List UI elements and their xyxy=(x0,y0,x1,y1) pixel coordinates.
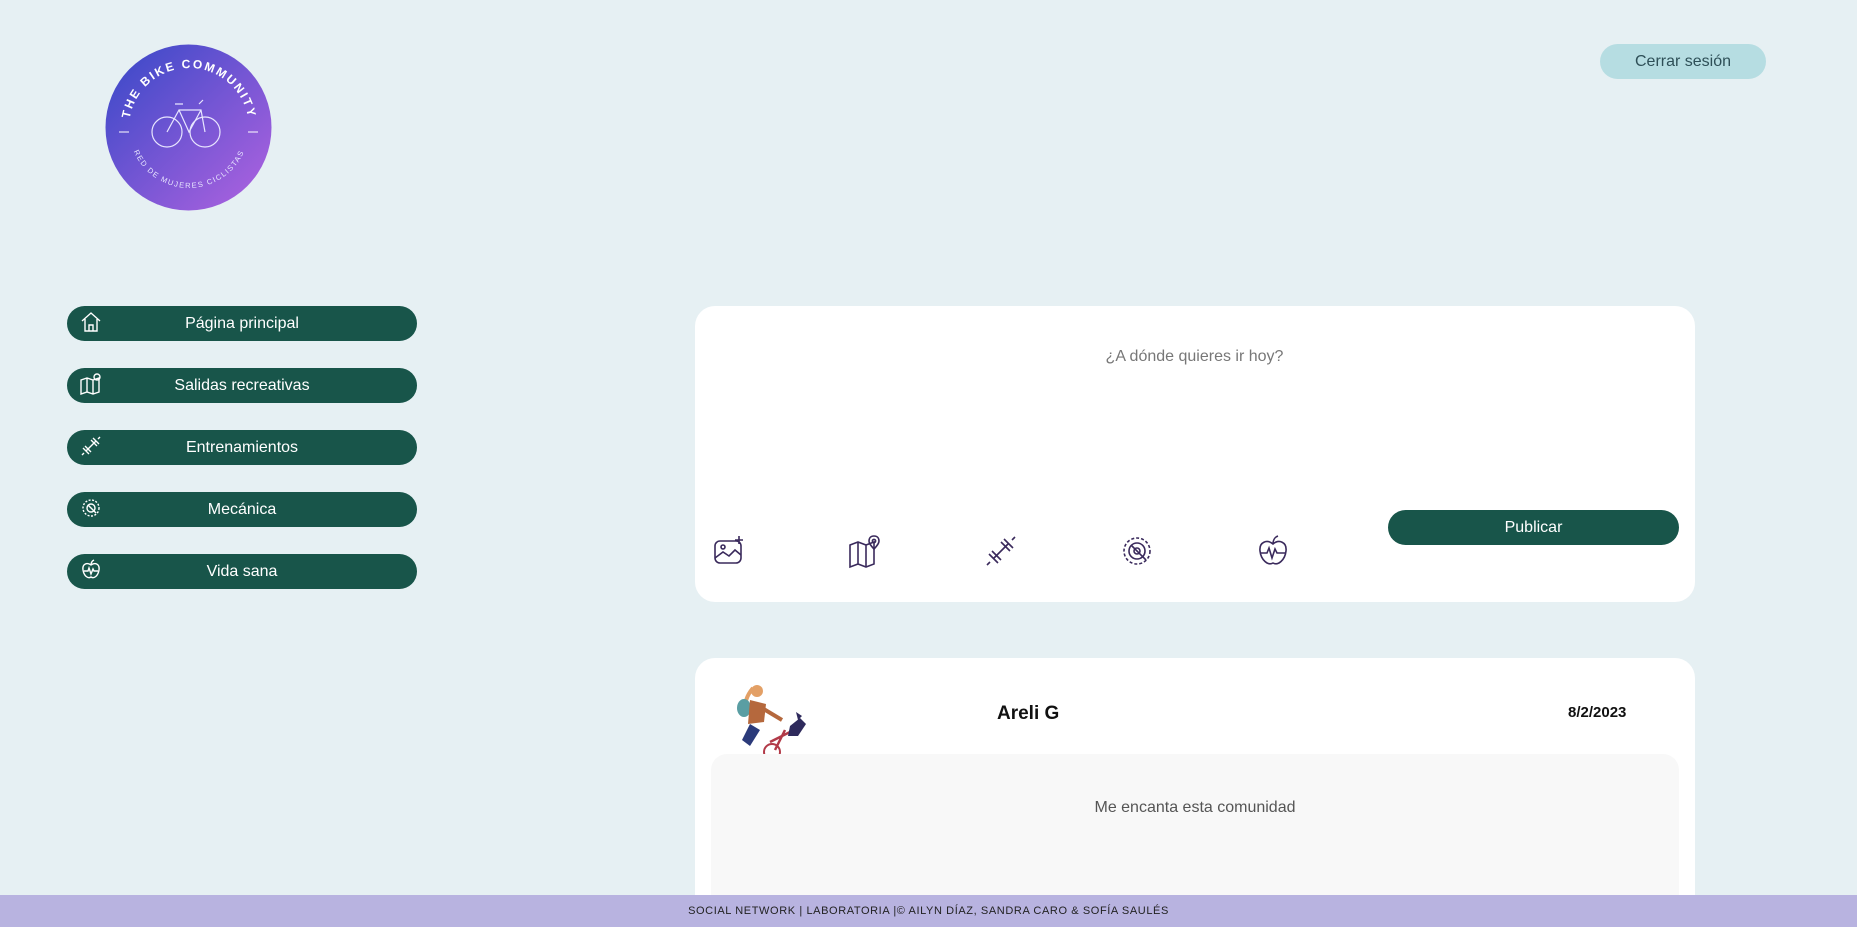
gear-wrench-icon[interactable] xyxy=(1119,533,1155,569)
gear-wrench-icon xyxy=(79,496,103,520)
post-card: Areli G 8/2/2023 Me encanta esta comunid… xyxy=(695,658,1695,927)
image-add-icon[interactable] xyxy=(711,533,747,569)
footer-text: SOCIAL NETWORK | LABORATORIA |© AILYN DÍ… xyxy=(688,905,1169,917)
sidebar-item-label: Mecánica xyxy=(207,500,277,518)
home-icon xyxy=(79,310,103,334)
sidebar-item-home[interactable]: Página principal xyxy=(67,306,417,341)
sidebar-nav: Página principal Salidas recreativas Ent… xyxy=(67,306,417,616)
dumbbell-icon[interactable] xyxy=(983,533,1019,569)
apple-heartbeat-icon xyxy=(79,558,103,582)
map-pin-icon[interactable] xyxy=(847,533,883,569)
post-text: Me encanta esta comunidad xyxy=(1094,799,1296,816)
logo: THE BIKE COMMUNITY RED DE MUJERES CICLIS… xyxy=(105,44,272,211)
post-date: 8/2/2023 xyxy=(1568,704,1627,721)
sidebar-item-healthy-life[interactable]: Vida sana xyxy=(67,554,417,589)
apple-heartbeat-icon[interactable] xyxy=(1255,533,1291,569)
sidebar-item-label: Entrenamientos xyxy=(185,438,299,456)
footer: SOCIAL NETWORK | LABORATORIA |© AILYN DÍ… xyxy=(0,895,1857,927)
sidebar-item-label: Página principal xyxy=(185,314,299,332)
post-author: Areli G xyxy=(997,703,1060,724)
map-pin-icon xyxy=(79,372,103,396)
sidebar-item-training[interactable]: Entrenamientos xyxy=(67,430,417,465)
sidebar-item-outings[interactable]: Salidas recreativas xyxy=(67,368,417,403)
sidebar-item-label: Salidas recreativas xyxy=(174,376,310,394)
publish-button[interactable]: Publicar xyxy=(1388,510,1679,545)
dumbbell-icon xyxy=(79,434,103,458)
sidebar-item-mechanics[interactable]: Mecánica xyxy=(67,492,417,527)
post-input[interactable] xyxy=(715,346,1674,450)
cyclist-avatar xyxy=(730,680,814,761)
logout-button[interactable]: Cerrar sesión xyxy=(1600,44,1766,79)
sidebar-item-label: Vida sana xyxy=(206,562,278,580)
post-composer: Publicar xyxy=(695,306,1695,602)
